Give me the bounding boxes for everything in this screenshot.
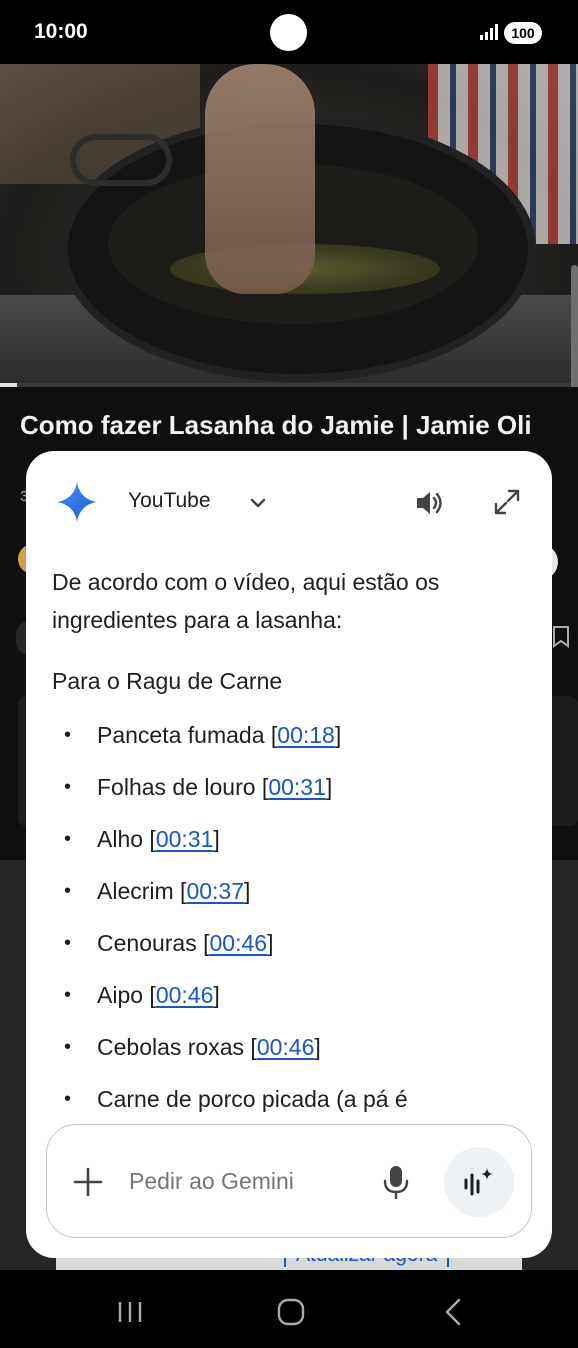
ingredient-text: Cebolas roxas [00:46] bbox=[97, 1034, 321, 1060]
ingredient-text: Alecrim [00:37] bbox=[97, 878, 251, 904]
ingredient-name: Alecrim bbox=[97, 878, 174, 904]
bullet: • bbox=[64, 776, 72, 798]
recent-apps-icon[interactable] bbox=[116, 1300, 144, 1324]
back-icon[interactable] bbox=[443, 1298, 463, 1326]
timestamp-link[interactable]: 00:37 bbox=[186, 878, 244, 904]
ingredient-item: • Panceta fumada [00:18] bbox=[52, 715, 532, 767]
bullet: • bbox=[64, 932, 72, 954]
timestamp-link[interactable]: 00:31 bbox=[268, 774, 326, 800]
bullet: • bbox=[64, 1036, 72, 1058]
video-frame-pan-handle bbox=[70, 134, 172, 186]
signal-icon bbox=[480, 24, 498, 40]
clock: 10:00 bbox=[34, 20, 88, 43]
bookmark-icon[interactable] bbox=[552, 626, 570, 648]
camera-cutout bbox=[270, 14, 307, 51]
expand-icon[interactable] bbox=[493, 488, 521, 516]
bullet: • bbox=[64, 880, 72, 902]
gemini-star-icon bbox=[57, 482, 97, 522]
ingredient-text: Folhas de louro [00:31] bbox=[97, 774, 333, 800]
timestamp-link[interactable]: 00:46 bbox=[257, 1034, 315, 1060]
ingredient-list: • Panceta fumada [00:18] • Folhas de louro … bbox=[52, 715, 532, 1121]
ingredient-name: Cenouras bbox=[97, 930, 197, 956]
video-title: Como fazer Lasanha do Jamie | Jamie Oli bbox=[20, 410, 532, 440]
ingredient-name: Aipo bbox=[97, 982, 144, 1008]
ingredient-item: • Aipo [00:46] bbox=[52, 975, 532, 1027]
chevron-down-icon[interactable] bbox=[248, 493, 268, 513]
prompt-input[interactable]: Pedir ao Gemini bbox=[129, 1168, 294, 1195]
bullet: • bbox=[64, 724, 72, 746]
timestamp-link[interactable]: 00:31 bbox=[156, 826, 214, 852]
ingredient-name: Carne de porco picada (a pá é bbox=[97, 1086, 408, 1112]
live-button[interactable] bbox=[444, 1147, 514, 1217]
home-icon[interactable] bbox=[277, 1298, 305, 1326]
speaker-icon[interactable] bbox=[415, 489, 445, 517]
ingredient-item: • Carne de porco picada (a pá é bbox=[52, 1079, 532, 1121]
prompt-input-bar: Pedir ao Gemini bbox=[46, 1124, 532, 1238]
ingredient-name: Alho bbox=[97, 826, 144, 852]
response-intro: De acordo com o vídeo, aqui estão os ing… bbox=[52, 569, 440, 633]
ingredient-item: • Alho [00:31] bbox=[52, 819, 532, 871]
navigation-bar bbox=[0, 1270, 578, 1348]
ingredient-text: Alho [00:31] bbox=[97, 826, 220, 852]
ingredient-text: Cenouras [00:46] bbox=[97, 930, 274, 956]
section-title: Para o Ragu de Carne bbox=[52, 668, 283, 694]
ingredient-name: Panceta fumada bbox=[97, 722, 265, 748]
ingredient-item: • Folhas de louro [00:31] bbox=[52, 767, 532, 819]
bullet: • bbox=[64, 828, 72, 850]
timestamp-link[interactable]: 00:46 bbox=[210, 930, 268, 956]
gemini-overlay: YouTube De acordo com o vídeo, aqui estã… bbox=[26, 451, 552, 1258]
live-icon bbox=[464, 1168, 493, 1196]
timestamp-link[interactable]: 00:46 bbox=[156, 982, 214, 1008]
ingredient-item: • Alecrim [00:37] bbox=[52, 871, 532, 923]
mic-icon[interactable] bbox=[381, 1165, 411, 1199]
gemini-header: YouTube bbox=[26, 451, 552, 551]
ingredient-text: Panceta fumada [00:18] bbox=[97, 722, 342, 748]
battery-indicator: 100 bbox=[504, 22, 542, 44]
video-frame-hand bbox=[205, 64, 315, 294]
ingredient-text: Aipo [00:46] bbox=[97, 982, 220, 1008]
timestamp-link[interactable]: 00:18 bbox=[277, 722, 335, 748]
gemini-response: De acordo com o vídeo, aqui estão os ing… bbox=[26, 551, 552, 1121]
plus-icon[interactable] bbox=[71, 1165, 105, 1199]
status-bar: 10:00 100 bbox=[0, 0, 578, 64]
ingredient-name: Cebolas roxas bbox=[97, 1034, 245, 1060]
bullet: • bbox=[64, 1088, 72, 1110]
bullet: • bbox=[64, 984, 72, 1006]
ingredient-item: • Cebolas roxas [00:46] bbox=[52, 1027, 532, 1079]
video-player[interactable] bbox=[0, 64, 578, 385]
ingredient-item: • Cenouras [00:46] bbox=[52, 923, 532, 975]
source-selector[interactable]: YouTube bbox=[128, 489, 211, 513]
ingredient-text: Carne de porco picada (a pá é bbox=[97, 1079, 408, 1119]
ingredient-name: Folhas de louro bbox=[97, 774, 256, 800]
